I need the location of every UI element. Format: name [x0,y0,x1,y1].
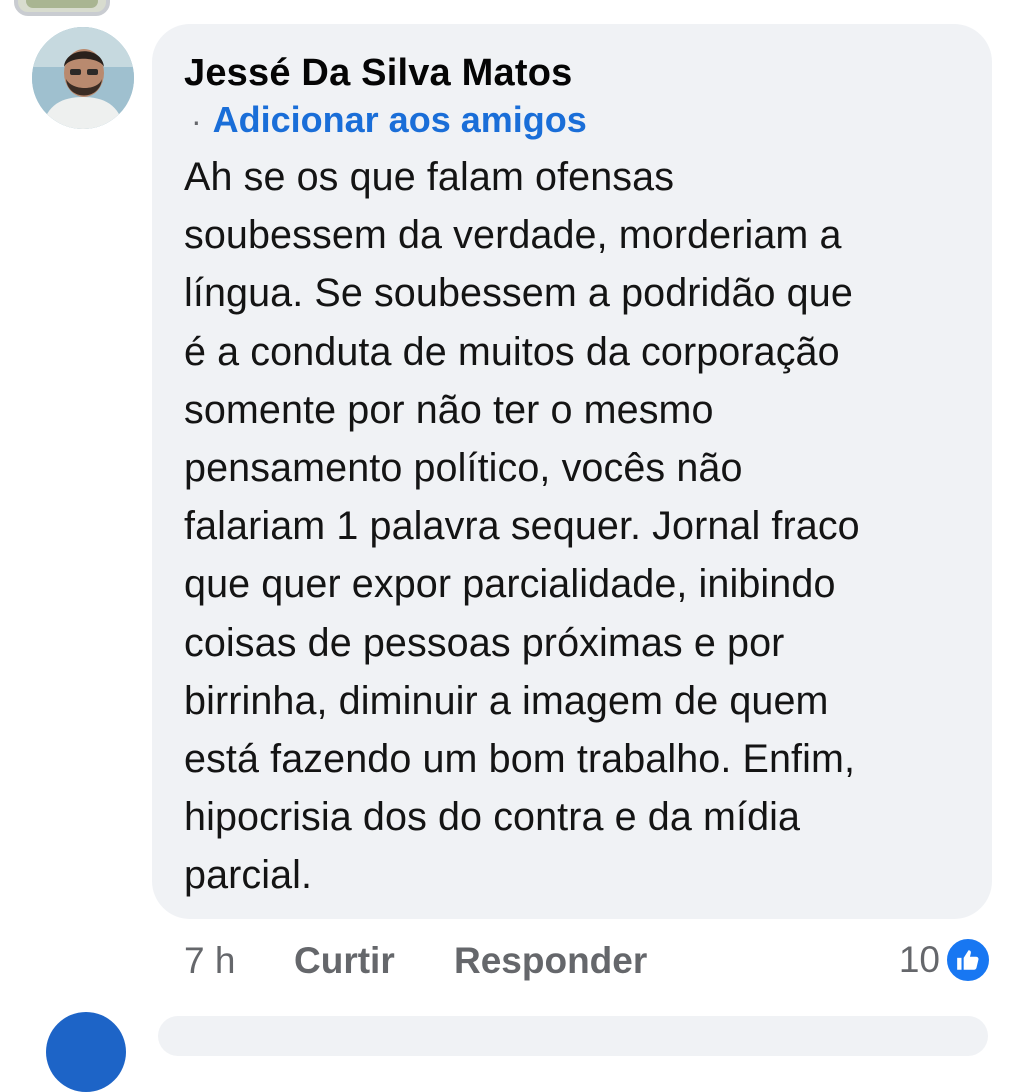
reaction-count: 10 [898,939,940,980]
add-friend-link[interactable]: Adicionar aos amigos [213,99,587,140]
reply-button[interactable]: Responder [454,940,647,982]
comment-timestamp[interactable]: 7 h [184,940,235,982]
next-comment-bubble [158,1016,988,1056]
comment-author-name[interactable]: Jessé Da Silva Matos [184,50,960,96]
comment-text: Ah se os que falam ofensas soubessem da … [184,155,860,898]
previous-comment-thumbnail [14,0,110,16]
comment-actions: 7 h Curtir Responder 10 [184,930,994,990]
add-friend-row: · Adicionar aos amigos [184,97,960,144]
thumbs-up-icon [944,936,992,984]
separator-dot: · [191,103,202,139]
like-button[interactable]: Curtir [294,940,395,982]
comment-bubble: Jessé Da Silva Matos · Adicionar aos amig… [152,24,992,919]
next-comment-avatar[interactable] [46,1012,126,1092]
avatar[interactable] [32,27,134,129]
reaction-summary[interactable]: 10 [899,936,992,984]
